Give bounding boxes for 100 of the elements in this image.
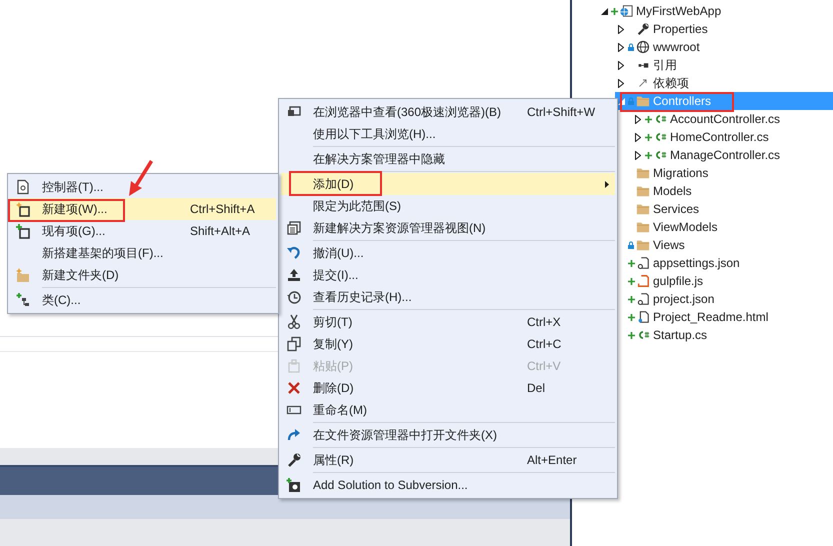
- collapsed-arrow-icon[interactable]: [618, 42, 624, 52]
- copy-icon: [286, 336, 302, 352]
- folder-icon: [635, 166, 651, 180]
- collapsed-arrow-icon[interactable]: [618, 60, 624, 70]
- expanded-arrow-icon[interactable]: [600, 8, 608, 14]
- menu-item[interactable]: 属性(R) Alt+Enter: [281, 449, 615, 471]
- menu-label: 限定为此范围(S): [313, 198, 401, 214]
- menu-item[interactable]: 删除(D) Del: [281, 377, 615, 399]
- tree-item[interactable]: wwwroot: [615, 38, 833, 56]
- menu-item[interactable]: 限定为此范围(S): [281, 195, 615, 217]
- menu-label: 在浏览器中查看(360极速浏览器)(B): [313, 104, 502, 120]
- json-file-icon: [635, 292, 651, 306]
- menu-item[interactable]: 控制器(T)...: [10, 176, 276, 198]
- menu-item[interactable]: 新搭建基架的项目(F)...: [10, 242, 276, 264]
- tree-item-label: appsettings.json: [653, 256, 740, 270]
- menu-label: 属性(R): [313, 452, 354, 468]
- tree-item[interactable]: Project_Readme.html: [615, 308, 833, 326]
- shortcut-text: Shift+Alt+A: [190, 224, 252, 238]
- tree-item-label: Startup.cs: [653, 328, 708, 342]
- menu-label: 提交(I)...: [313, 266, 358, 284]
- menu-item[interactable]: 提交(I)...: [281, 264, 615, 286]
- menu-label: Add Solution to Subversion...: [313, 478, 468, 492]
- menu-item[interactable]: 新建文件夹(D): [10, 264, 276, 286]
- menu-label: 控制器(T)...: [42, 178, 104, 196]
- tree-item-label: 引用: [653, 56, 677, 74]
- add-item-icon: [15, 223, 31, 239]
- tree-item-label: MyFirstWebApp: [636, 4, 722, 18]
- tree-item-label: Controllers: [653, 94, 712, 108]
- wrench-icon: [635, 22, 651, 36]
- tree-item-label: Project_Readme.html: [653, 310, 768, 324]
- tree-item[interactable]: AccountController.cs: [632, 110, 833, 128]
- tree-item[interactable]: ManageController.cs: [632, 146, 833, 164]
- folder-icon: [635, 94, 651, 108]
- menu-label: 新搭建基架的项目(F)...: [42, 244, 164, 262]
- tree-item[interactable]: project.json: [615, 290, 833, 308]
- folder-icon: [635, 202, 651, 216]
- curved-arrow-icon: [286, 427, 302, 443]
- menu-label: 新建解决方案资源管理器视图(N): [313, 220, 486, 236]
- tree-item-label: ManageController.cs: [670, 148, 780, 162]
- tree-item[interactable]: 依赖项: [615, 74, 833, 92]
- menu-label: 复制(Y): [313, 336, 353, 352]
- wrench-icon: [286, 452, 302, 468]
- tree-item-label: Services: [653, 202, 700, 216]
- menu-item[interactable]: 在浏览器中查看(360极速浏览器)(B) Ctrl+Shift+W: [281, 101, 615, 123]
- tree-item[interactable]: gulpfile.js: [615, 272, 833, 290]
- menu-item[interactable]: 现有项(G)... Shift+Alt+A: [10, 220, 276, 242]
- menu-item[interactable]: 查看历史记录(H)...: [281, 286, 615, 308]
- menu-item[interactable]: 新建项(W)... Ctrl+Shift+A: [10, 198, 276, 220]
- shortcut-text: Ctrl+Shift+A: [190, 202, 256, 216]
- menu-label: 新建文件夹(D): [42, 266, 119, 284]
- tree-item-label: project.json: [653, 292, 714, 306]
- menu-label: 在文件资源管理器中打开文件夹(X): [313, 426, 497, 444]
- upload-icon: [286, 267, 302, 283]
- tree-item-label: gulpfile.js: [653, 274, 704, 288]
- menu-label: 在解决方案管理器中隐藏: [313, 150, 445, 168]
- tree-item[interactable]: Services: [615, 200, 833, 218]
- menu-item[interactable]: 在解决方案管理器中隐藏: [281, 148, 615, 170]
- tree-item-label: 依赖项: [653, 74, 689, 92]
- tree-item[interactable]: MyFirstWebApp: [598, 2, 833, 20]
- tree-item[interactable]: ViewModels: [615, 218, 833, 236]
- collapsed-arrow-icon[interactable]: [618, 78, 624, 88]
- menu-item[interactable]: 复制(Y) Ctrl+C: [281, 333, 615, 355]
- cross-icon: [286, 380, 302, 396]
- menu-item[interactable]: 添加(D): [281, 173, 615, 195]
- tree-item[interactable]: appsettings.json: [615, 254, 833, 272]
- scissors-icon: [286, 314, 302, 330]
- menu-label: 粘贴(P): [313, 358, 353, 374]
- annotation-arrow: [126, 160, 156, 198]
- tree-item[interactable]: Startup.cs: [615, 326, 833, 344]
- add-to-repository-icon: [286, 477, 302, 493]
- tree-item[interactable]: Properties: [615, 20, 833, 38]
- menu-item[interactable]: 在文件资源管理器中打开文件夹(X): [281, 424, 615, 446]
- tree-item-label: AccountController.cs: [670, 112, 780, 126]
- collapsed-arrow-icon[interactable]: [635, 132, 641, 142]
- tree-item[interactable]: Migrations: [615, 164, 833, 182]
- menu-item[interactable]: 新建解决方案资源管理器视图(N): [281, 217, 615, 239]
- menu-item[interactable]: 类(C)...: [10, 289, 276, 311]
- menu-item[interactable]: 撤消(U)...: [281, 242, 615, 264]
- collapsed-arrow-icon[interactable]: [618, 24, 624, 34]
- script-file-icon: [635, 274, 651, 288]
- menu-item[interactable]: 重命名(M): [281, 399, 615, 421]
- menu-label: 撤消(U)...: [313, 244, 364, 262]
- new-folder-icon: [15, 267, 31, 283]
- tree-item[interactable]: Views: [615, 236, 833, 254]
- tree-item-label: Views: [653, 238, 685, 252]
- tree-item-label: ViewModels: [653, 220, 718, 234]
- shortcut-text: Ctrl+V: [527, 359, 562, 373]
- menu-label: 剪切(T): [313, 314, 352, 330]
- menu-item[interactable]: 剪切(T) Ctrl+X: [281, 311, 615, 333]
- menu-item[interactable]: 使用以下工具浏览(H)...: [281, 123, 615, 145]
- folder-icon: [635, 238, 651, 252]
- menu-label: 使用以下工具浏览(H)...: [313, 126, 436, 142]
- diagonal-arrow-icon: [639, 80, 646, 87]
- shortcut-text: Ctrl+X: [527, 315, 562, 329]
- collapsed-arrow-icon[interactable]: [635, 114, 641, 124]
- tree-item[interactable]: Models: [615, 182, 833, 200]
- menu-item[interactable]: Add Solution to Subversion...: [281, 474, 615, 496]
- tree-item[interactable]: HomeController.cs: [632, 128, 833, 146]
- collapsed-arrow-icon[interactable]: [635, 150, 641, 160]
- tree-item[interactable]: 引用: [615, 56, 833, 74]
